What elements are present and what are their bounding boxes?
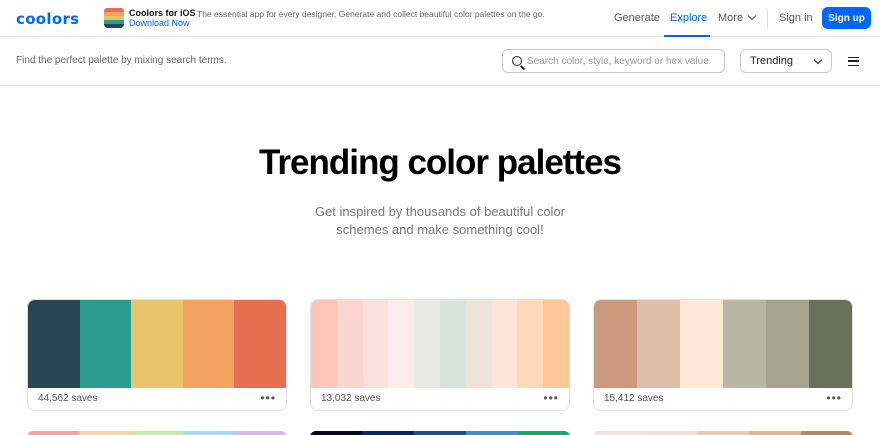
- color-swatch[interactable]: [518, 431, 570, 435]
- nav-generate[interactable]: Generate: [614, 12, 660, 24]
- page-subtitle: Get inspired by thousands of beautiful c…: [314, 204, 566, 237]
- color-swatch[interactable]: [439, 300, 466, 388]
- color-swatch[interactable]: [131, 300, 183, 388]
- color-swatch[interactable]: [28, 300, 80, 388]
- coolors-logo[interactable]: coolors: [16, 10, 79, 28]
- search-icon: [512, 56, 522, 66]
- color-swatch[interactable]: [414, 431, 466, 435]
- color-swatch[interactable]: [491, 300, 518, 388]
- color-swatch[interactable]: [697, 431, 749, 435]
- color-swatch[interactable]: [310, 431, 362, 435]
- chevron-down-icon: [747, 11, 757, 21]
- palette-card[interactable]: 13,032 saves •••: [310, 299, 570, 411]
- color-swatch[interactable]: [645, 431, 697, 435]
- download-now-link[interactable]: Download Now: [129, 18, 190, 28]
- color-swatch[interactable]: [749, 431, 801, 435]
- nav-more-label: More: [718, 12, 744, 24]
- sign-up-button[interactable]: Sign up: [822, 7, 871, 29]
- search-input[interactable]: [527, 53, 721, 69]
- top-nav: coolors Coolors for iOS The essential ap…: [0, 0, 880, 37]
- color-swatch[interactable]: [79, 431, 131, 435]
- color-swatch[interactable]: [362, 431, 414, 435]
- palette-saves: 15,412 saves: [604, 393, 664, 404]
- color-swatch[interactable]: [594, 300, 637, 388]
- nav-more[interactable]: More: [718, 11, 757, 24]
- page-title: Trending color palettes: [258, 143, 622, 182]
- color-swatch[interactable]: [336, 300, 363, 388]
- color-swatch[interactable]: [723, 300, 766, 388]
- nav-explore[interactable]: Explore: [670, 12, 707, 24]
- color-swatch[interactable]: [543, 300, 569, 388]
- color-swatch[interactable]: [466, 431, 518, 435]
- color-swatch[interactable]: [362, 300, 389, 388]
- color-swatch[interactable]: [27, 431, 79, 435]
- promo-title: Coolors for iOS: [129, 8, 196, 18]
- search-toolbar: Find the perfect palette by mixing searc…: [0, 37, 880, 86]
- color-swatch[interactable]: [131, 431, 183, 435]
- palette-card-partial[interactable]: [593, 431, 853, 435]
- palette-saves: 13,032 saves: [321, 393, 381, 404]
- color-swatch[interactable]: [311, 300, 337, 388]
- color-swatch[interactable]: [414, 300, 440, 388]
- sign-in-link[interactable]: Sign in: [779, 12, 813, 24]
- sort-value: Trending: [750, 55, 794, 67]
- color-swatch[interactable]: [809, 300, 852, 388]
- promo-description: The essential app for every designer. Ge…: [197, 9, 545, 19]
- color-swatch[interactable]: [517, 300, 544, 388]
- palette-saves: 44,562 saves: [38, 393, 98, 404]
- palette-footer: 13,032 saves •••: [311, 388, 569, 410]
- color-swatch[interactable]: [234, 300, 286, 388]
- palette-swatches[interactable]: [311, 300, 569, 388]
- ios-app-icon[interactable]: [104, 8, 124, 28]
- palette-swatches[interactable]: [594, 300, 852, 388]
- color-swatch[interactable]: [766, 300, 809, 388]
- color-swatch[interactable]: [182, 300, 235, 388]
- chevron-down-icon: [813, 55, 823, 65]
- palette-swatches[interactable]: [28, 300, 286, 388]
- color-swatch[interactable]: [465, 300, 492, 388]
- search-hint: Find the perfect palette by mixing searc…: [16, 55, 227, 66]
- palette-footer: 44,562 saves •••: [28, 388, 286, 410]
- palette-card[interactable]: 15,412 saves •••: [593, 299, 853, 411]
- more-options-icon[interactable]: •••: [826, 391, 842, 405]
- color-swatch[interactable]: [183, 431, 235, 435]
- palette-card-partial[interactable]: [310, 431, 570, 435]
- nav-divider: [767, 9, 768, 28]
- color-swatch[interactable]: [680, 300, 723, 388]
- palette-footer: 15,412 saves •••: [594, 388, 852, 410]
- more-options-icon[interactable]: •••: [543, 391, 559, 405]
- more-options-icon[interactable]: •••: [260, 391, 276, 405]
- search-box[interactable]: [502, 49, 725, 73]
- color-swatch[interactable]: [388, 300, 415, 388]
- color-swatch[interactable]: [801, 431, 853, 435]
- palette-card[interactable]: 44,562 saves •••: [27, 299, 287, 411]
- menu-icon[interactable]: [848, 57, 859, 66]
- color-swatch[interactable]: [637, 300, 680, 388]
- color-swatch[interactable]: [235, 431, 287, 435]
- color-swatch[interactable]: [593, 431, 645, 435]
- color-swatch[interactable]: [79, 300, 132, 388]
- palette-card-partial[interactable]: [27, 431, 287, 435]
- sort-dropdown[interactable]: Trending: [740, 49, 832, 73]
